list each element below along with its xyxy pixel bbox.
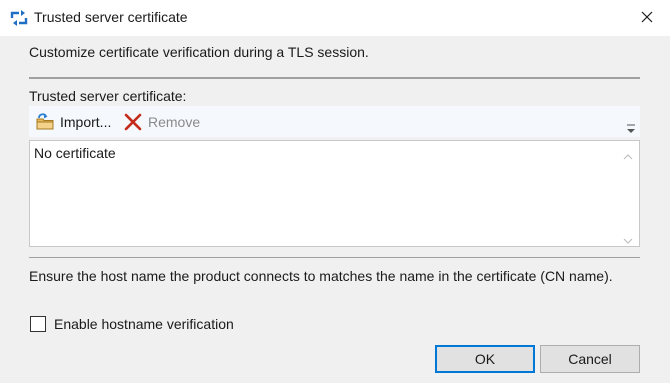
import-label: Import... <box>60 113 112 130</box>
refresh-arrows-icon <box>10 9 28 27</box>
import-button[interactable]: Import... <box>35 106 111 137</box>
hostname-verification-label: Enable hostname verification <box>54 316 234 332</box>
title-bar: Trusted server certificate <box>0 0 670 36</box>
import-folder-icon <box>35 112 55 132</box>
hostname-verification-checkbox-row[interactable]: Enable hostname verification <box>30 315 234 333</box>
scroll-down-icon[interactable] <box>623 232 633 244</box>
certificate-list[interactable]: No certificate <box>29 140 640 247</box>
hostname-verification-checkbox[interactable] <box>30 316 46 332</box>
certificate-toolbar: Import... Remove <box>29 106 640 137</box>
separator <box>29 257 640 258</box>
separator <box>29 77 640 79</box>
ok-button[interactable]: OK <box>435 345 535 373</box>
red-x-icon <box>123 112 143 132</box>
scroll-up-icon[interactable] <box>623 148 633 160</box>
list-item[interactable]: No certificate <box>34 145 116 161</box>
window-title: Trusted server certificate <box>34 9 188 25</box>
chevron-down-icon[interactable] <box>626 122 636 134</box>
remove-label: Remove <box>148 113 201 130</box>
dialog-description: Customize certificate verification durin… <box>29 44 369 60</box>
hostname-description: Ensure the host name the product connect… <box>29 268 613 284</box>
close-button[interactable] <box>624 0 670 36</box>
close-icon <box>641 10 653 26</box>
certificate-section-label: Trusted server certificate: <box>29 88 187 104</box>
remove-button[interactable]: Remove <box>123 106 200 137</box>
cancel-button[interactable]: Cancel <box>540 345 640 373</box>
